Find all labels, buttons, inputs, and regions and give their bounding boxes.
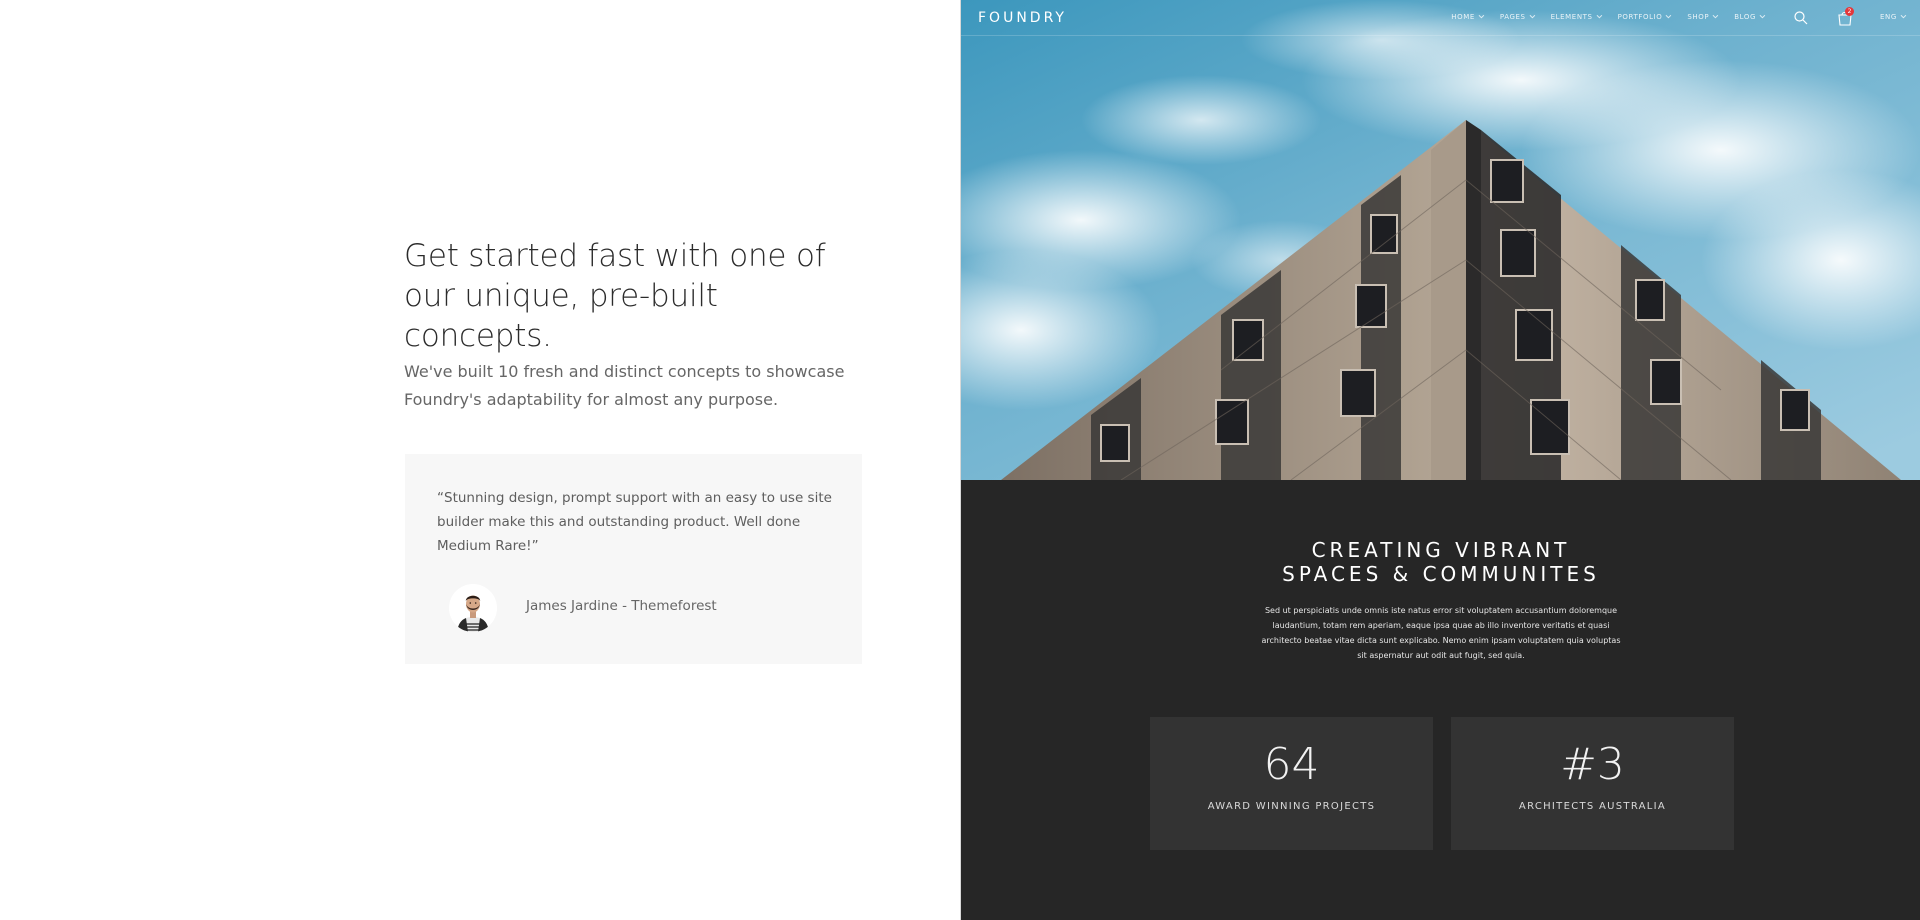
author-avatar (449, 584, 497, 632)
nav-menu: HOME PAGES ELEMENTS PORTFOLIO SHOP BLOG (1433, 12, 1766, 21)
testimonial-card: “Stunning design, prompt support with an… (405, 454, 862, 664)
foundry-logo[interactable]: FOUNDRY (978, 10, 1067, 26)
chevron-down-icon (1529, 12, 1535, 19)
chevron-down-icon (1759, 12, 1766, 19)
stat-card-projects: 64 AWARD WINNING PROJECTS (1150, 717, 1433, 850)
stat-number: 64 (1263, 739, 1320, 790)
testimonial-quote: “Stunning design, prompt support with an… (437, 490, 832, 554)
section-body: Sed ut perspiciatis unde omnis iste natu… (1261, 606, 1621, 660)
chevron-down-icon (1596, 12, 1602, 19)
section-title-line-1: CREATING VIBRANT (1311, 538, 1571, 562)
chevron-down-icon (1665, 12, 1672, 19)
chevron-down-icon (1478, 12, 1485, 19)
nav-item-label: ELEMENTS (1550, 13, 1593, 21)
chevron-down-icon (1712, 12, 1719, 19)
search-icon[interactable] (1793, 10, 1809, 26)
nav-item-elements[interactable]: ELEMENTS (1550, 12, 1602, 21)
nav-item-label: SHOP (1687, 13, 1710, 21)
section-title-line-2: SPACES & COMMUNITES (1282, 562, 1600, 586)
language-selector[interactable]: ENG (1880, 12, 1907, 21)
intro-paragraph: We've built 10 fresh and distinct concep… (404, 362, 845, 409)
stat-label: AWARD WINNING PROJECTS (1207, 801, 1376, 812)
preview-navbar: FOUNDRY HOME PAGES ELEMENTS PORTFOLIO SH… (961, 0, 1920, 36)
nav-item-label: PAGES (1499, 13, 1526, 21)
stat-number: #3 (1560, 739, 1625, 790)
nav-item-home[interactable]: HOME (1451, 12, 1485, 21)
section-title: CREATING VIBRANT SPACES & COMMUNITES (961, 538, 1920, 586)
nav-item-label: BLOG (1734, 13, 1756, 21)
nav-item-label: HOME (1451, 13, 1475, 21)
nav-item-pages[interactable]: PAGES (1499, 12, 1535, 21)
nav-item-blog[interactable]: BLOG (1734, 12, 1766, 21)
intro-panel: Get started fast with one of our unique,… (0, 0, 960, 920)
language-label: ENG (1880, 13, 1897, 21)
site-preview[interactable]: FOUNDRY HOME PAGES ELEMENTS PORTFOLIO SH… (960, 0, 1920, 920)
nav-item-portfolio[interactable]: PORTFOLIO (1617, 12, 1672, 21)
nav-item-label: PORTFOLIO (1617, 13, 1663, 21)
testimonial-author: James Jardine - Themeforest (526, 598, 717, 614)
stat-card-ranking: #3 ARCHITECTS AUSTRALIA (1451, 717, 1734, 850)
cart-count-badge: 2 (1845, 7, 1854, 16)
hero-image (961, 0, 1920, 480)
chevron-down-icon (1900, 12, 1907, 19)
intro-headline: Get started fast with one of our unique,… (404, 238, 826, 354)
stat-label: ARCHITECTS AUSTRALIA (1518, 801, 1667, 812)
nav-item-shop[interactable]: SHOP (1687, 12, 1719, 21)
